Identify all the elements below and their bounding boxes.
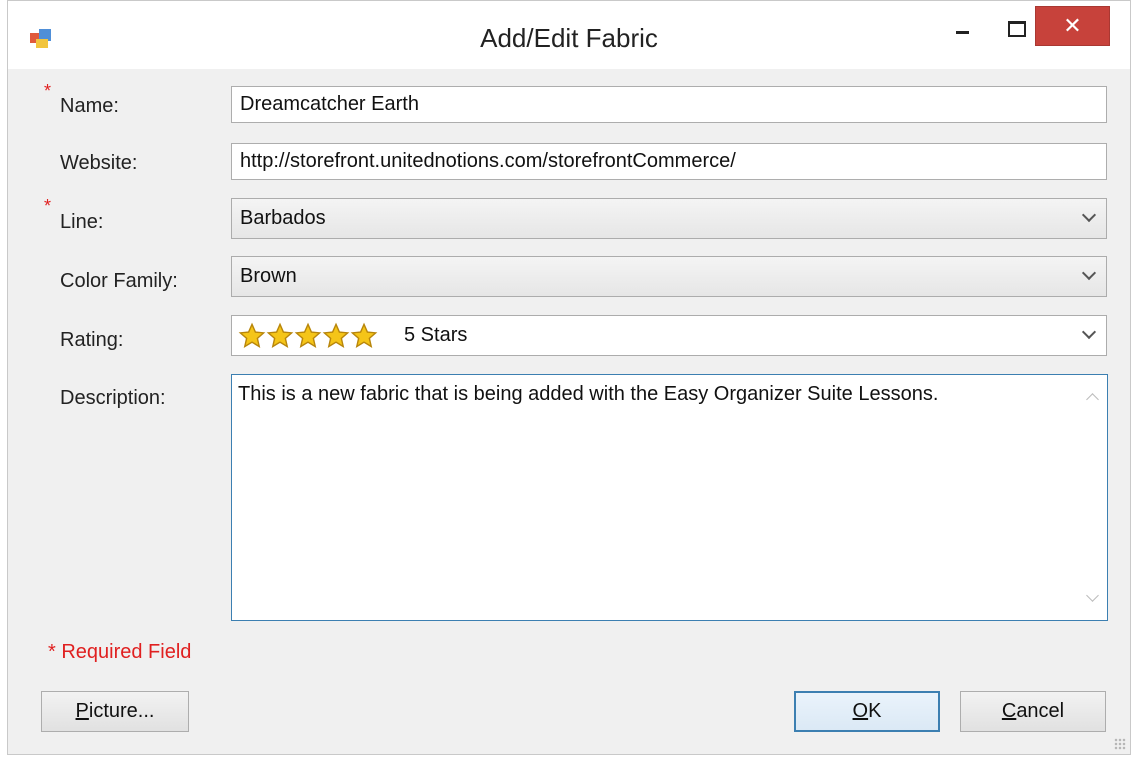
description-value: This is a new fabric that is being added… xyxy=(238,383,939,405)
picture-mnemonic: P xyxy=(75,700,89,722)
ok-mnemonic: O xyxy=(852,700,869,722)
required-marker: * xyxy=(44,81,52,101)
scroll-down-icon[interactable] xyxy=(1086,589,1099,602)
required-field-note: * Required Field xyxy=(48,641,192,663)
rating-dropdown[interactable]: 5 Stars xyxy=(231,315,1107,356)
star-icon xyxy=(350,322,378,348)
line-dropdown[interactable]: Barbados xyxy=(231,198,1107,239)
star-icon xyxy=(238,322,266,348)
cancel-button[interactable]: Cancel xyxy=(960,691,1106,732)
name-label: Name: xyxy=(60,95,119,117)
color-family-label: Color Family: xyxy=(60,270,178,292)
chevron-down-icon[interactable] xyxy=(1082,268,1096,282)
rating-label: Rating: xyxy=(60,329,124,351)
add-edit-fabric-dialog: Add/Edit Fabric ✕ * Name: Dreamcatcher E… xyxy=(7,0,1131,755)
website-value: http://storefront.unitednotions.com/stor… xyxy=(240,150,736,172)
maximize-icon xyxy=(1008,21,1026,37)
ok-button[interactable]: OK xyxy=(794,691,940,732)
name-value: Dreamcatcher Earth xyxy=(240,93,419,115)
chevron-down-icon[interactable] xyxy=(1082,327,1096,341)
picture-button[interactable]: Picture... xyxy=(41,691,189,732)
ok-label: K xyxy=(868,700,882,722)
chevron-down-icon[interactable] xyxy=(1082,210,1096,224)
rating-stars xyxy=(238,322,378,350)
color-family-dropdown[interactable]: Brown xyxy=(231,256,1107,297)
close-icon: ✕ xyxy=(1063,13,1082,39)
required-marker: * xyxy=(44,196,52,216)
name-field[interactable]: Dreamcatcher Earth xyxy=(231,86,1107,123)
resize-grip-icon[interactable] xyxy=(1114,738,1126,750)
rating-value: 5 Stars xyxy=(404,324,468,346)
minimize-icon xyxy=(955,30,969,34)
scroll-up-icon[interactable] xyxy=(1086,393,1099,406)
star-icon xyxy=(266,322,294,348)
minimize-button[interactable] xyxy=(933,9,991,49)
website-field[interactable]: http://storefront.unitednotions.com/stor… xyxy=(231,143,1107,180)
cancel-label: ancel xyxy=(1016,700,1065,722)
color-family-value: Brown xyxy=(240,265,297,287)
close-button[interactable]: ✕ xyxy=(1035,6,1110,46)
cancel-mnemonic: C xyxy=(1001,700,1017,722)
star-icon xyxy=(322,322,350,348)
line-value: Barbados xyxy=(240,207,326,229)
star-icon xyxy=(294,322,322,348)
title-bar[interactable]: Add/Edit Fabric ✕ xyxy=(8,1,1130,69)
website-label: Website: xyxy=(60,152,138,174)
line-label: Line: xyxy=(60,211,104,233)
description-label: Description: xyxy=(60,387,166,409)
picture-label: icture... xyxy=(88,700,155,722)
description-textarea[interactable]: This is a new fabric that is being added… xyxy=(231,374,1108,621)
description-scrollbar[interactable] xyxy=(1077,375,1107,620)
